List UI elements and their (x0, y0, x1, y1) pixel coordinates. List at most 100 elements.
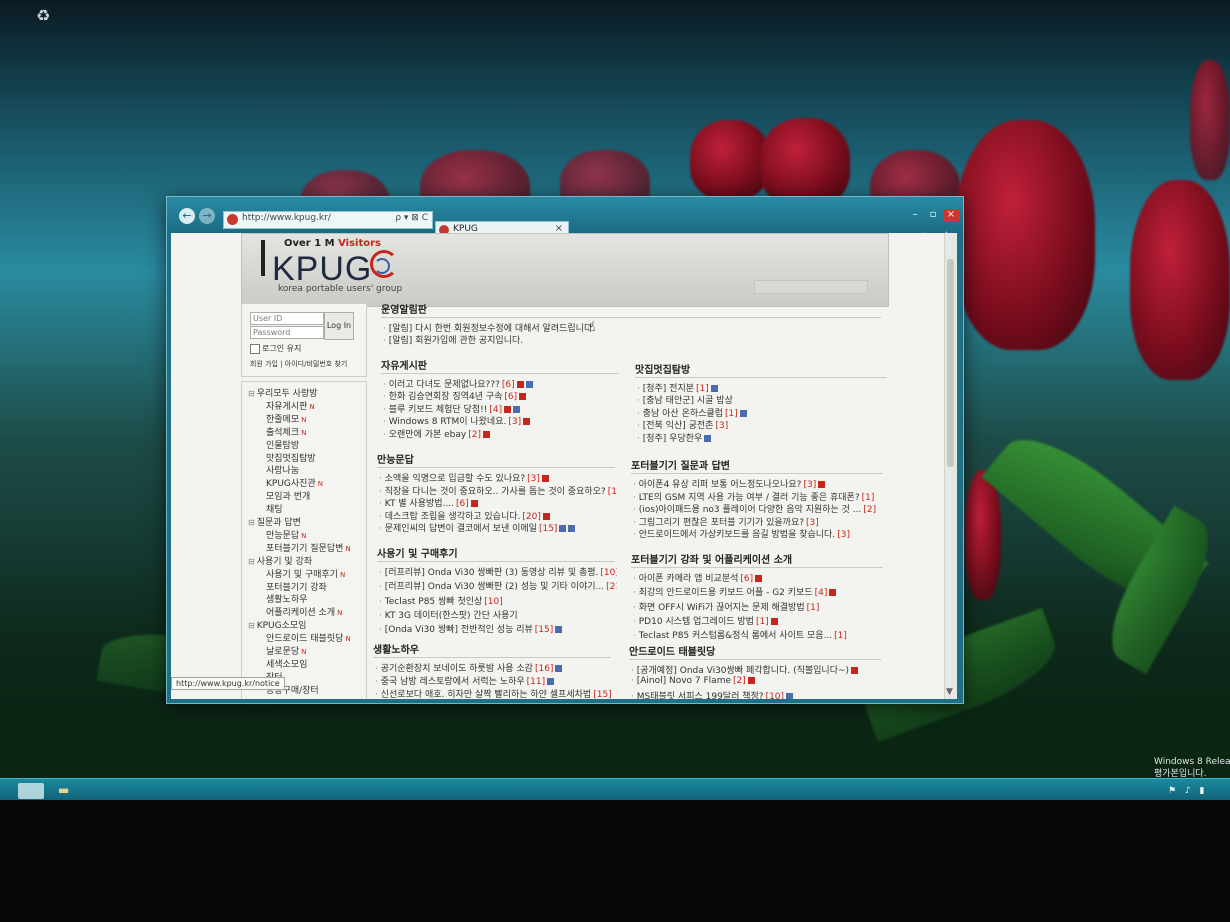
section-title[interactable]: 자유게시판 (381, 357, 427, 372)
post-link[interactable]: PD10 시스템 업그레이드 방법[1] (633, 614, 778, 627)
post-link[interactable]: 화면 OFF시 WiFi가 끊어지는 문제 해결방법[1] (633, 600, 820, 613)
scrollbar-thumb[interactable] (947, 259, 954, 467)
post-title[interactable]: Teclast P85 커스텀롬&정식 롬에서 사이트 모음... (639, 631, 832, 641)
post-link[interactable]: [청주] 우당한우 (637, 431, 712, 444)
post-title[interactable]: 최강의 안드로이드용 키보드 어플 - G2 키보드 (639, 588, 813, 598)
section-title[interactable]: 생활노하우 (373, 641, 419, 656)
post-link[interactable]: 최강의 안드로이드용 키보드 어플 - G2 키보드[4] (633, 585, 837, 598)
sidebar-item[interactable]: 채팅 (266, 502, 283, 515)
sidebar-item[interactable]: 사용기 및 구매후기 N (266, 567, 345, 580)
post-title[interactable]: 오랜만에 가본 ebay (389, 430, 467, 440)
post-link[interactable]: 아이폰4 유상 리퍼 보통 어느정도나오나요?[3] (633, 477, 826, 490)
post-title[interactable]: 데스크탑 조립을 생각하고 있습니다. (385, 512, 521, 522)
post-link[interactable]: Windows 8 RTM이 나왔네요.[3] (383, 414, 531, 427)
sidebar-group[interactable]: 질문과 답변 (248, 515, 301, 528)
section-title[interactable]: 만능문답 (377, 451, 414, 466)
sidebar-item[interactable]: 어플리케이션 소개 N (266, 605, 342, 618)
post-title[interactable]: 아이폰4 유상 리퍼 보통 어느정도나오나요? (639, 480, 802, 490)
taskbar-ie-button[interactable] (18, 783, 44, 799)
system-tray[interactable]: ⚑ ♪ ▮ (1168, 786, 1208, 796)
post-link[interactable]: [러프리뷰] Onda Vi30 쌍빠판 (2) 성능 및 기타 이야기...[… (379, 579, 617, 592)
sidebar-group[interactable]: KPUG소모임 (248, 618, 307, 631)
forward-button[interactable]: → (199, 208, 215, 224)
post-link[interactable]: 블루 키보드 체험단 당첨!![4] (383, 402, 521, 415)
search-input[interactable] (754, 280, 868, 294)
post-link[interactable]: 아이폰 카메라 앱 비교분석[6] (633, 571, 763, 584)
post-link[interactable]: [Ainol] Novo 7 Flame[2] (631, 676, 755, 686)
post-link[interactable]: Teclast P85 쌍빠 첫인상[10] (379, 594, 503, 607)
post-title[interactable]: 직장을 다니는 것이 중요하오.. 가사를 돕는 것이 중요하오? (385, 487, 606, 497)
post-title[interactable]: 문제인씨의 답변이 결코에서 보낸 이메일 (385, 524, 537, 534)
sidebar-item[interactable]: 날로문당 N (266, 644, 306, 657)
post-link[interactable]: 문제인씨의 답변이 결코에서 보낸 이메일[15] (379, 521, 576, 534)
sidebar-item[interactable]: 인물탐방 (266, 438, 299, 451)
post-title[interactable]: [러프리뷰] Onda Vi30 쌍빠판 (3) 동영상 리뷰 및 총평. (385, 568, 599, 578)
sidebar-item[interactable]: 포터블기기 강좌 (266, 580, 327, 593)
section-title[interactable]: 맛집멋집탐방 (635, 361, 690, 376)
post-link[interactable]: 신선로보다 애호. 히자만 살짝 빨리하는 하얀 셀프세차법[15] (375, 687, 613, 699)
close-button[interactable]: × (943, 209, 959, 221)
section-title[interactable]: 안드로이드 태블릿당 (629, 643, 715, 658)
post-link[interactable]: 중국 남방 레스토랑에서 서럭는 노하우[11] (375, 674, 555, 687)
sidebar-item[interactable]: 생활노하우 (266, 592, 307, 605)
sidebar-item[interactable]: 모임과 번개 (266, 489, 310, 502)
post-link[interactable]: Teclast P85 커스텀롬&정식 롬에서 사이트 모음...[1] (633, 628, 847, 641)
post-title[interactable]: (ios)아이패드용 no3 플레이어 다양한 음악 지원하는 것 ... (639, 505, 862, 515)
password-field[interactable]: Password (250, 326, 324, 339)
sidebar-item[interactable]: KPUG사진관 N (266, 476, 323, 489)
post-title[interactable]: PD10 시스템 업그레이드 방법 (639, 617, 754, 627)
sidebar-group[interactable]: 사용기 및 강좌 (248, 554, 312, 567)
post-title[interactable]: [Ainol] Novo 7 Flame (637, 676, 731, 686)
login-button[interactable]: Log In (324, 312, 354, 340)
post-link[interactable]: [알림] 회원가입에 관한 공지입니다. (383, 333, 523, 346)
remember-checkbox[interactable] (250, 344, 260, 354)
sidebar-item[interactable]: 자유게시판 N (266, 399, 315, 412)
post-title[interactable]: 중국 남방 레스토랑에서 서럭는 노하우 (381, 677, 525, 687)
sidebar-item[interactable]: 맛집멋집탐방 (266, 451, 316, 464)
post-title[interactable]: 아이폰 카메라 앱 비교분석 (639, 574, 739, 584)
section-title[interactable]: 운영알림판 (381, 301, 427, 316)
maximize-button[interactable]: ▫ (925, 209, 941, 221)
back-button[interactable]: ← (179, 208, 195, 224)
post-title[interactable]: [러프리뷰] Onda Vi30 쌍빠판 (2) 성능 및 기타 이야기... (385, 582, 604, 592)
post-link[interactable]: [공개예정] Onda Vi30쌍빠 페각합니다. (직볼입니다~) (631, 663, 859, 676)
post-title[interactable]: [알림] 회원가입에 관한 공지입니다. (389, 336, 523, 346)
post-title[interactable]: 공기순환장치 보네이도 하룻밤 사용 소감 (381, 664, 533, 674)
scroll-down-icon[interactable]: ▼ (946, 687, 953, 697)
sidebar-item[interactable]: 포터블기기 질문답변 N (266, 541, 351, 554)
address-controls[interactable]: ρ ▾ ⊠ C (395, 213, 428, 223)
scrollbar[interactable]: ▼ (944, 233, 957, 699)
section-title[interactable]: 사용기 및 구매후기 (377, 545, 458, 560)
sidebar-group[interactable]: 우리모두 사랑방 (248, 386, 318, 399)
post-link[interactable]: (ios)아이패드용 no3 플레이어 다양한 음악 지원하는 것 ...[2] (633, 502, 876, 515)
post-link[interactable]: [청주] 전지분[1] (637, 381, 718, 394)
address-bar[interactable]: http://www.kpug.kr/ ρ ▾ ⊠ C (223, 211, 433, 229)
post-title[interactable]: 그림그리기 편찮은 포터블 기기가 있을까요? (639, 518, 804, 528)
sidebar-item[interactable]: 사랑나눔 (266, 463, 299, 476)
post-title[interactable]: 화면 OFF시 WiFi가 끊어지는 문제 해결방법 (639, 603, 805, 613)
post-link[interactable]: 오랜만에 가본 ebay[2] (383, 427, 490, 440)
post-link[interactable]: [충남 태안군] 시골 밥상 (637, 393, 733, 406)
sidebar-item[interactable]: 출석체크 N (266, 425, 306, 438)
sidebar-item[interactable]: 안드로이드 태블릿당 N (266, 631, 351, 644)
post-title[interactable]: 신선로보다 애호. 히자만 살짝 빨리하는 하얀 셀프세차법 (381, 690, 591, 699)
section-title[interactable]: 포터블기기 질문과 답변 (631, 457, 730, 472)
post-link[interactable]: KT 3G 데이터(한스팟) 간단 사용기 (379, 608, 518, 621)
post-link[interactable]: KT 별 사용방법....[6] (379, 496, 478, 509)
post-link[interactable]: LTE의 GSM 지역 사용 가능 여부 / 결러 기능 좋은 휴대폰?[1] (633, 490, 875, 503)
post-link[interactable]: MS태블릿 서피스 199달러 책정?[10] (631, 689, 794, 699)
user-id-field[interactable]: User ID (250, 312, 324, 325)
post-title[interactable]: KT 3G 데이터(한스팟) 간단 사용기 (385, 611, 518, 621)
sidebar-item[interactable]: 세색소모임 (266, 657, 307, 670)
signup-links[interactable]: 회원 가입 | 아이디/비밀번호 찾기 (250, 359, 347, 369)
post-link[interactable]: 직장을 다니는 것이 중요하오.. 가사를 돕는 것이 중요하오?[11] (379, 484, 617, 497)
post-link[interactable]: [전북 익산] 궁전촌[3] (637, 418, 728, 431)
post-title[interactable]: [공개예정] Onda Vi30쌍빠 페각합니다. (직볼입니다~) (637, 666, 849, 676)
post-title[interactable]: 소액을 익명으로 입금할 수도 있나요? (385, 474, 525, 484)
post-link[interactable]: 이러고 다녀도 문제없나요???[6] (383, 377, 533, 390)
post-title[interactable]: Teclast P85 쌍빠 첫인상 (385, 597, 483, 607)
post-link[interactable]: 충남 아산 온하스클럽[1] (637, 406, 747, 419)
post-link[interactable]: 공기순환장치 보네이도 하룻밤 사용 소감[16] (375, 661, 563, 674)
address-url[interactable]: http://www.kpug.kr/ (242, 213, 331, 223)
post-link[interactable]: 한화 김승연회장 징역4년 구속[6] (383, 389, 527, 402)
